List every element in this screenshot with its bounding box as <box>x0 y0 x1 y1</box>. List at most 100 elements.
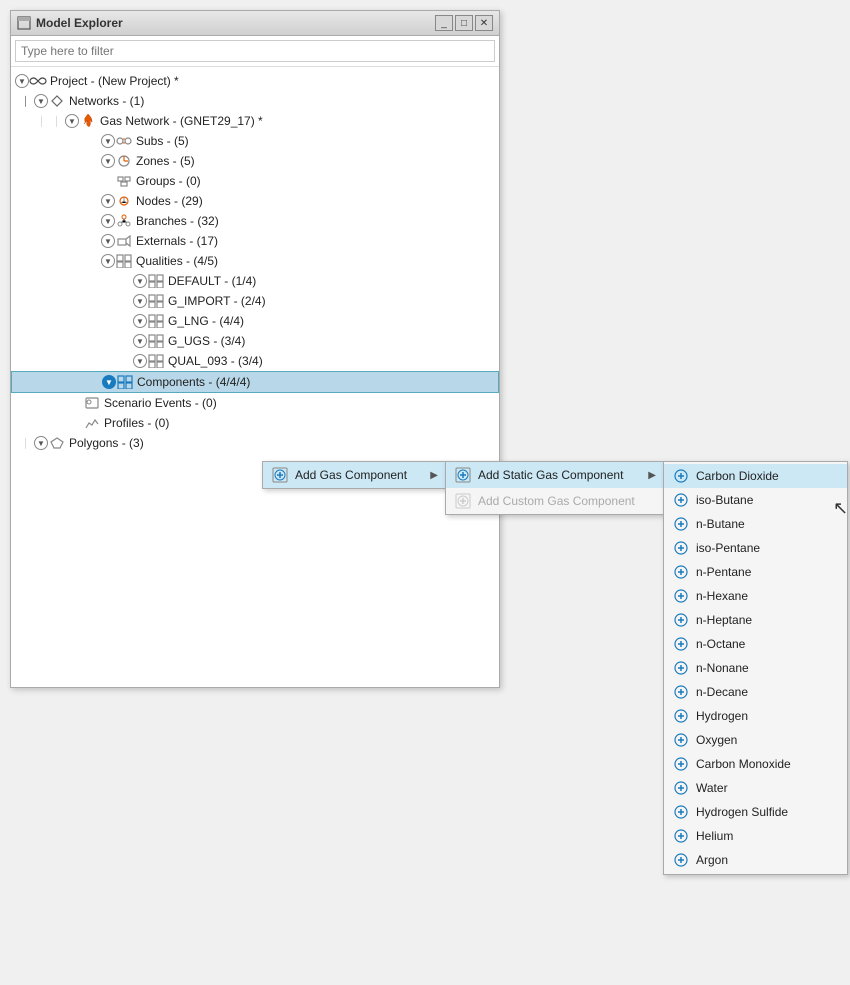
tree-item-zones[interactable]: ▼ Zones - (5) <box>11 151 499 171</box>
menu-item-add-custom[interactable]: Add Custom Gas Component <box>446 488 664 514</box>
gas-component-n-pentane[interactable]: n-Pentane <box>664 560 847 584</box>
gas-component-n-butane[interactable]: n-Butane <box>664 512 847 536</box>
expand-icon[interactable]: ▼ <box>34 436 48 450</box>
expand-icon-blue[interactable]: ▼ <box>102 375 116 389</box>
polygons-label: Polygons - (3) <box>69 436 144 450</box>
menu-item-add-static[interactable]: Add Static Gas Component ▶ <box>446 462 664 488</box>
add-custom-label: Add Custom Gas Component <box>478 494 635 508</box>
model-explorer-window: Model Explorer _ □ ✕ ▼ Project - (New Pr… <box>10 10 500 688</box>
groups-icon <box>115 173 133 189</box>
gas-component-icon <box>672 636 690 652</box>
tree-item-project[interactable]: ▼ Project - (New Project) * <box>11 71 499 91</box>
nodes-icon <box>115 193 133 209</box>
title-bar-left: Model Explorer <box>17 16 123 30</box>
expand-icon[interactable]: ▼ <box>133 274 147 288</box>
zones-icon <box>115 153 133 169</box>
tree-item-networks[interactable]: │ ▼ Networks - (1) <box>11 91 499 111</box>
window-icon <box>17 16 31 30</box>
expand-icon[interactable]: ▼ <box>133 294 147 308</box>
gas-component-icon <box>672 708 690 724</box>
gas-component-water[interactable]: Water <box>664 776 847 800</box>
expand-icon[interactable]: ▼ <box>101 134 115 148</box>
gas-component-hydrogen[interactable]: Hydrogen <box>664 704 847 728</box>
tree-item-components[interactable]: ▼ Components - (4/4/4) <box>11 371 499 393</box>
tree-item-qual093[interactable]: ▼ QUAL_093 - (3/4) <box>11 351 499 371</box>
gas-component-iso-pentane[interactable]: iso-Pentane <box>664 536 847 560</box>
add-gas-component-label: Add Gas Component <box>295 468 407 482</box>
gas-component-argon[interactable]: Argon <box>664 848 847 872</box>
components-label: Components - (4/4/4) <box>137 375 250 389</box>
expand-icon[interactable]: ▼ <box>133 334 147 348</box>
tree-item-polygons[interactable]: │ ▼ Polygons - (3) <box>11 433 499 453</box>
expand-icon[interactable]: ▼ <box>133 354 147 368</box>
subs-label: Subs - (5) <box>136 134 189 148</box>
restore-button[interactable]: □ <box>455 15 473 31</box>
tree-item-scenarioevents[interactable]: Scenario Events - (0) <box>11 393 499 413</box>
expand-icon[interactable]: ▼ <box>101 214 115 228</box>
gas-component-n-heptane[interactable]: n-Heptane <box>664 608 847 632</box>
tree-item-profiles[interactable]: Profiles - (0) <box>11 413 499 433</box>
tree-item-gimport[interactable]: ▼ G_IMPORT - (2/4) <box>11 291 499 311</box>
tree-item-subs[interactable]: ▼ Subs - (5) <box>11 131 499 151</box>
gas-component-hydrogen-sulfide[interactable]: Hydrogen Sulfide <box>664 800 847 824</box>
n-decane-label: n-Decane <box>696 685 748 699</box>
add-gas-component-icon <box>271 467 289 483</box>
gas-component-icon <box>672 564 690 580</box>
n-octane-label: n-Octane <box>696 637 745 651</box>
gas-component-carbon-dioxide[interactable]: Carbon Dioxide <box>664 464 847 488</box>
add-static-label: Add Static Gas Component <box>478 468 623 482</box>
tree-item-externals[interactable]: ▼ Externals - (17) <box>11 231 499 251</box>
expand-icon[interactable]: ▼ <box>101 154 115 168</box>
gas-component-carbon-monoxide[interactable]: Carbon Monoxide <box>664 752 847 776</box>
gas-component-n-octane[interactable]: n-Octane <box>664 632 847 656</box>
gas-component-n-hexane[interactable]: n-Hexane <box>664 584 847 608</box>
gas-component-icon <box>672 732 690 748</box>
gas-component-iso-butane[interactable]: iso-Butane <box>664 488 847 512</box>
tree-item-branches[interactable]: ▼ Branches - (32) <box>11 211 499 231</box>
gas-component-icon <box>672 468 690 484</box>
expand-icon[interactable]: ▼ <box>101 194 115 208</box>
hydrogen-sulfide-label: Hydrogen Sulfide <box>696 805 788 819</box>
qual093-label: QUAL_093 - (3/4) <box>168 354 263 368</box>
tree-item-qualities[interactable]: ▼ Qualities - (4/5) <box>11 251 499 271</box>
tree-item-nodes[interactable]: ▼ Nodes - (29) <box>11 191 499 211</box>
expand-icon[interactable]: ▼ <box>133 314 147 328</box>
iso-pentane-label: iso-Pentane <box>696 541 760 555</box>
tree-item-glng[interactable]: ▼ G_LNG - (4/4) <box>11 311 499 331</box>
default-label: DEFAULT - (1/4) <box>168 274 256 288</box>
close-button[interactable]: ✕ <box>475 15 493 31</box>
gas-component-oxygen[interactable]: Oxygen <box>664 728 847 752</box>
nodes-label: Nodes - (29) <box>136 194 203 208</box>
gugs-label: G_UGS - (3/4) <box>168 334 245 348</box>
tree-container: ▼ Project - (New Project) * │ ▼ Networks… <box>11 67 499 687</box>
minimize-button[interactable]: _ <box>435 15 453 31</box>
tree-item-default[interactable]: ▼ DEFAULT - (1/4) <box>11 271 499 291</box>
gas-component-n-nonane[interactable]: n-Nonane <box>664 656 847 680</box>
externals-label: Externals - (17) <box>136 234 218 248</box>
groups-label: Groups - (0) <box>136 174 201 188</box>
gas-component-icon <box>672 780 690 796</box>
tree-item-gasnetwork[interactable]: │ │ ▼ Gas Network - (GNET29_17) * <box>11 111 499 131</box>
n-heptane-label: n-Heptane <box>696 613 752 627</box>
quality-item-icon <box>147 353 165 369</box>
filter-bar <box>11 36 499 67</box>
expand-icon[interactable]: ▼ <box>101 234 115 248</box>
expand-icon[interactable]: ▼ <box>34 94 48 108</box>
title-bar-buttons: _ □ ✕ <box>435 15 493 31</box>
gas-component-n-decane[interactable]: n-Decane <box>664 680 847 704</box>
tree-item-groups[interactable]: Groups - (0) <box>11 171 499 191</box>
gas-component-icon <box>672 852 690 868</box>
oxygen-label: Oxygen <box>696 733 737 747</box>
components-icon <box>116 374 134 390</box>
expand-icon[interactable]: ▼ <box>65 114 79 128</box>
helium-label: Helium <box>696 829 733 843</box>
menu-item-add-gas-component[interactable]: Add Gas Component ▶ <box>263 462 446 488</box>
filter-input[interactable] <box>15 40 495 62</box>
expand-icon[interactable]: ▼ <box>15 74 29 88</box>
networks-label: Networks - (1) <box>69 94 144 108</box>
networks-icon <box>48 93 66 109</box>
tree-item-gugs[interactable]: ▼ G_UGS - (3/4) <box>11 331 499 351</box>
gas-component-helium[interactable]: Helium <box>664 824 847 848</box>
expand-icon[interactable]: ▼ <box>101 254 115 268</box>
n-nonane-label: n-Nonane <box>696 661 749 675</box>
